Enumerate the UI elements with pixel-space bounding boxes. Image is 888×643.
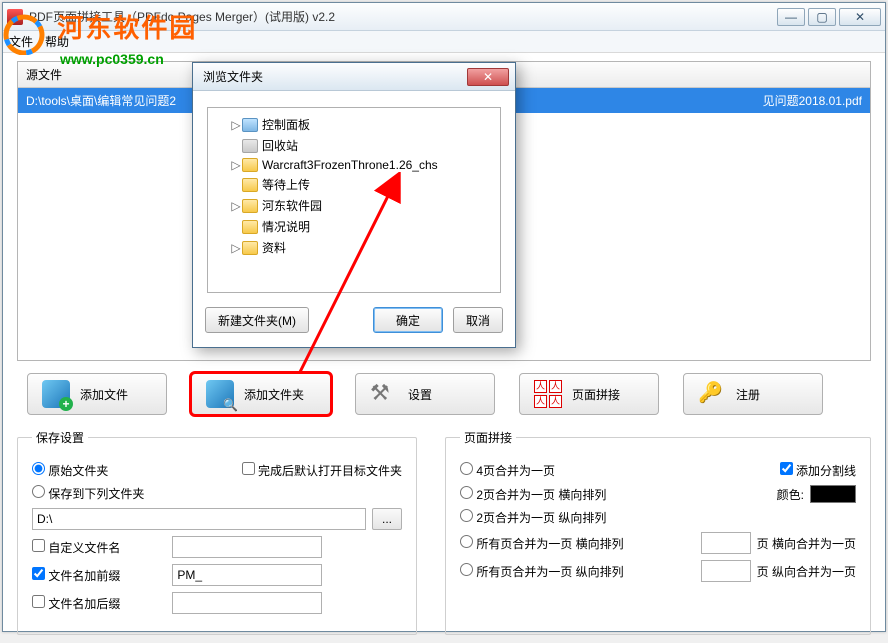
menu-file[interactable]: 文件 — [9, 33, 33, 50]
add-file-button[interactable]: 添加文件 — [27, 373, 167, 415]
merge-icon: 人人人人 — [534, 380, 562, 408]
check-custom-name[interactable]: 自定义文件名 — [32, 539, 120, 556]
tree-item[interactable]: ▷ Warcraft3FrozenThrone1.26_chs — [212, 156, 496, 174]
tree-item[interactable]: ▷ 河东软件园 — [212, 195, 496, 216]
add-file-icon — [42, 380, 70, 408]
browse-folder-dialog: 浏览文件夹 ✕ ▷ 控制面板回收站 ▷ Warcraft3FrozenThrone1.… — [192, 62, 516, 348]
settings-icon — [370, 380, 398, 408]
merge-button[interactable]: 人人人人 页面拼接 — [519, 373, 659, 415]
folder-tree[interactable]: ▷ 控制面板回收站 ▷ Warcraft3FrozenThrone1.26_chs 等待… — [207, 107, 501, 293]
menubar: 文件 帮助 — [3, 31, 885, 53]
pages-h-label: 页 横向合并为一页 — [757, 535, 856, 552]
browse-path-button[interactable]: ... — [372, 508, 402, 530]
folder-icon — [242, 158, 258, 172]
maximize-button[interactable]: ▢ — [808, 8, 836, 26]
toolbar: 添加文件 添加文件夹 设置 人人人人 页面拼接 注册 — [17, 373, 871, 415]
radio-allv[interactable]: 所有页合并为一页 纵向排列 — [460, 563, 624, 580]
register-icon — [698, 380, 726, 408]
tree-item-label: 河东软件园 — [262, 197, 322, 214]
minimize-button[interactable]: — — [777, 8, 805, 26]
filelist-row-left: D:\tools\桌面\编辑常见问题2 — [26, 92, 176, 109]
radio-2h[interactable]: 2页合并为一页 横向排列 — [460, 486, 606, 503]
tree-item-label: 回收站 — [262, 137, 298, 154]
tree-item[interactable]: 等待上传 — [212, 174, 496, 195]
tree-item[interactable]: ▷ 资料 — [212, 237, 496, 258]
close-button[interactable]: ✕ — [839, 8, 881, 26]
add-folder-label: 添加文件夹 — [244, 386, 304, 403]
color-label: 颜色: — [777, 486, 804, 503]
color-picker[interactable] — [810, 485, 856, 503]
check-open-after[interactable]: 完成后默认打开目标文件夹 — [242, 462, 402, 479]
radio-below-folder[interactable]: 保存到下列文件夹 — [32, 485, 144, 502]
register-button[interactable]: 注册 — [683, 373, 823, 415]
folder-icon — [242, 199, 258, 213]
dialog-title: 浏览文件夹 — [203, 68, 467, 85]
prefix-input[interactable] — [172, 564, 322, 586]
dialog-cancel-button[interactable]: 取消 — [453, 307, 503, 333]
add-file-label: 添加文件 — [80, 386, 128, 403]
save-legend: 保存设置 — [32, 429, 88, 446]
expand-icon[interactable]: ▷ — [230, 158, 242, 172]
tree-item-label: 等待上传 — [262, 176, 310, 193]
merge-label: 页面拼接 — [572, 386, 620, 403]
pages-v-label: 页 纵向合并为一页 — [757, 563, 856, 580]
radio-allh[interactable]: 所有页合并为一页 横向排列 — [460, 535, 624, 552]
radio-4in1[interactable]: 4页合并为一页 — [460, 462, 555, 479]
settings-label: 设置 — [408, 386, 432, 403]
settings-button[interactable]: 设置 — [355, 373, 495, 415]
filelist-row-right: 见问题2018.01.pdf — [763, 92, 862, 109]
tree-item-label: 情况说明 — [262, 218, 310, 235]
check-suffix[interactable]: 文件名加后缀 — [32, 595, 120, 612]
tree-item[interactable]: ▷ 控制面板 — [212, 114, 496, 135]
app-icon — [7, 9, 23, 25]
tree-item[interactable]: 回收站 — [212, 135, 496, 156]
tree-item-label: 控制面板 — [262, 116, 310, 133]
pages-v-input[interactable] — [701, 560, 751, 582]
merge-legend: 页面拼接 — [460, 429, 516, 446]
tree-item-label: Warcraft3FrozenThrone1.26_chs — [262, 158, 438, 172]
folder-icon — [242, 241, 258, 255]
register-label: 注册 — [736, 386, 760, 403]
folder-icon — [242, 178, 258, 192]
titlebar: PDF页面拼接工具（PDFdo Pages Merger）(试用版) v2.2 … — [3, 3, 885, 31]
pages-h-input[interactable] — [701, 532, 751, 554]
folder-icon — [242, 220, 258, 234]
window-title: PDF页面拼接工具（PDFdo Pages Merger）(试用版) v2.2 — [29, 8, 774, 25]
add-folder-icon — [206, 380, 234, 408]
tree-item[interactable]: 情况说明 — [212, 216, 496, 237]
dialog-ok-button[interactable]: 确定 — [373, 307, 443, 333]
menu-help[interactable]: 帮助 — [45, 33, 69, 50]
tree-item-label: 资料 — [262, 239, 286, 256]
new-folder-button[interactable]: 新建文件夹(M) — [205, 307, 309, 333]
dialog-titlebar: 浏览文件夹 ✕ — [193, 63, 515, 91]
merge-settings-group: 页面拼接 4页合并为一页 添加分割线 2页合并为一页 横向排列 颜色: 2页合并… — [445, 429, 871, 635]
custom-name-input[interactable] — [172, 536, 322, 558]
expand-icon[interactable]: ▷ — [230, 118, 242, 132]
check-prefix[interactable]: 文件名加前缀 — [32, 567, 120, 584]
suffix-input[interactable] — [172, 592, 322, 614]
dialog-close-button[interactable]: ✕ — [467, 68, 509, 86]
expand-icon[interactable]: ▷ — [230, 241, 242, 255]
check-divider[interactable]: 添加分割线 — [780, 462, 856, 479]
expand-icon[interactable]: ▷ — [230, 199, 242, 213]
save-path-input[interactable] — [32, 508, 366, 530]
add-folder-button[interactable]: 添加文件夹 — [191, 373, 331, 415]
radio-original-folder[interactable]: 原始文件夹 — [32, 462, 108, 479]
save-settings-group: 保存设置 原始文件夹 完成后默认打开目标文件夹 保存到下列文件夹 ... 自定义… — [17, 429, 417, 635]
radio-2v[interactable]: 2页合并为一页 纵向排列 — [460, 509, 606, 526]
bin-icon — [242, 139, 258, 153]
cp-icon — [242, 118, 258, 132]
